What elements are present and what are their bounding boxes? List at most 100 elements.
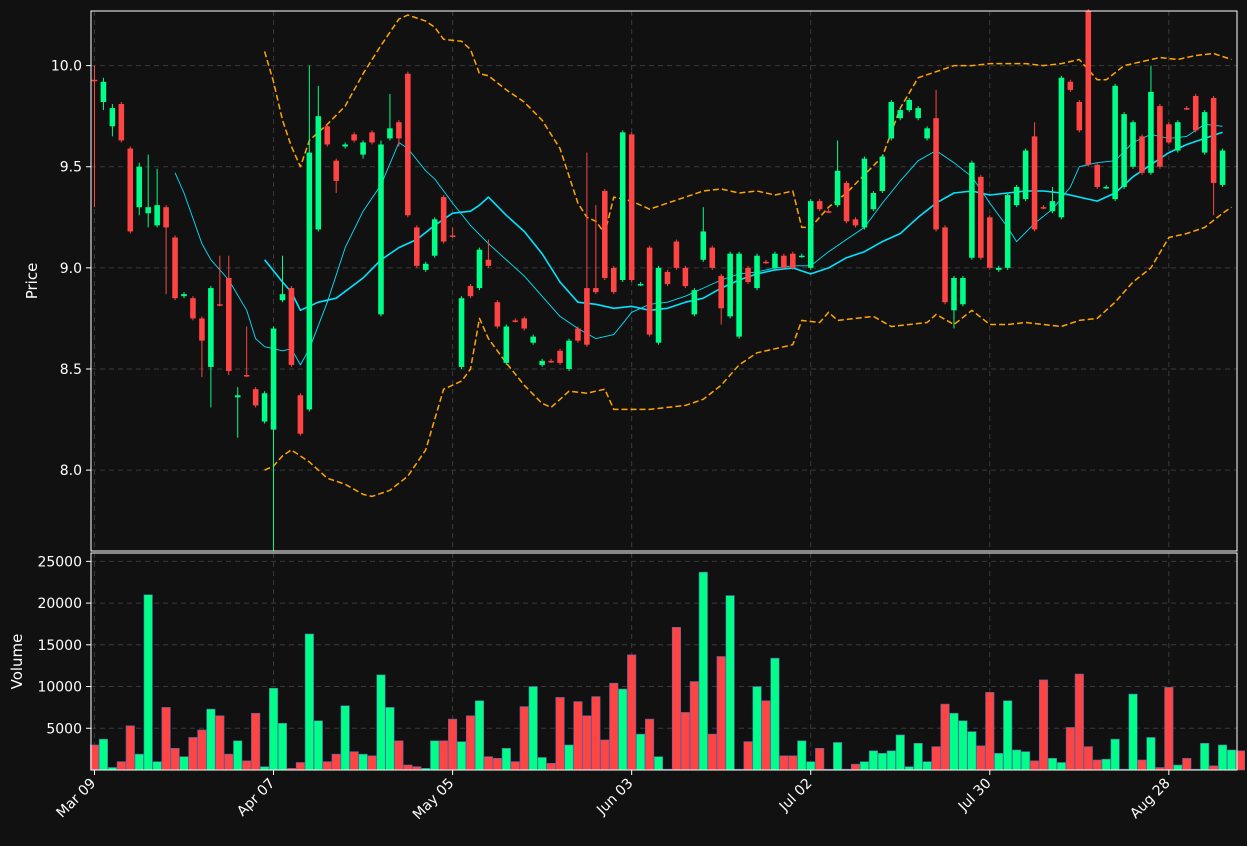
candle-body: [467, 286, 474, 297]
volume-bar: [170, 747, 180, 771]
volume-bar: [770, 657, 780, 771]
candle-body: [843, 182, 850, 222]
candle-body: [664, 271, 671, 285]
candle-body: [933, 118, 939, 230]
candle-body: [405, 73, 411, 216]
candle-body: [360, 142, 366, 155]
volume-axis-label: Volume: [8, 634, 26, 690]
candle-body: [548, 360, 554, 363]
volume-bar: [582, 715, 592, 771]
volume-tick-label: 15000: [37, 638, 82, 654]
volume-bar: [743, 741, 753, 771]
volume-bar: [573, 701, 583, 771]
volume-bar: [197, 729, 207, 771]
candle-body: [342, 144, 348, 147]
volume-bar: [949, 712, 959, 771]
volume-bar: [922, 761, 932, 771]
volume-bar: [492, 758, 502, 771]
candle-body: [619, 132, 626, 280]
volume-tick-label: 5000: [46, 721, 82, 737]
candle-body: [610, 267, 617, 293]
candle-body: [1130, 122, 1136, 167]
volume-bar: [152, 761, 162, 771]
candle-body: [279, 294, 286, 301]
volume-bar: [215, 715, 225, 771]
volume-bar: [367, 755, 377, 771]
candle-body: [118, 104, 125, 141]
volume-bar: [1047, 758, 1058, 771]
volume-bar: [868, 750, 878, 771]
volume-bar: [1146, 737, 1156, 771]
candle-body: [861, 158, 868, 228]
candle-body: [646, 247, 653, 335]
volume-bar: [98, 738, 108, 771]
candle-body: [217, 304, 223, 306]
candle-body: [602, 191, 608, 278]
candle-body: [888, 102, 895, 139]
volume-bar: [125, 725, 135, 771]
volume-bar: [134, 753, 144, 771]
candle-body: [109, 108, 116, 127]
stock-chart: 8.0 8.5 9.0 9.5 10.0 5000 10000 15000 20000 2500…: [0, 0, 1247, 842]
volume-bar: [161, 707, 171, 771]
candle-body: [557, 350, 563, 363]
volume-bar: [403, 764, 413, 771]
candle-body: [584, 288, 590, 345]
volume-bar: [465, 715, 476, 771]
volume-bar: [698, 571, 708, 771]
candle-body: [1139, 136, 1145, 173]
volume-bar: [448, 718, 458, 771]
volume-bar: [913, 742, 923, 771]
volume-bar: [877, 753, 887, 771]
candle-body: [485, 259, 492, 266]
volume-bar: [904, 766, 914, 771]
candle-body: [324, 126, 331, 145]
candle-body: [1076, 102, 1083, 131]
candle-body: [1210, 97, 1217, 183]
volume-bar: [1110, 738, 1120, 771]
volume-bar: [886, 750, 896, 771]
candle-body: [673, 241, 680, 268]
volume-bar: [1012, 749, 1022, 771]
candle-body: [1103, 186, 1109, 189]
volume-bar: [725, 595, 735, 771]
candle-body: [458, 298, 465, 367]
volume-bar: [645, 718, 655, 771]
candle-body: [315, 116, 322, 230]
volume-bar: [268, 687, 279, 771]
volume-bar: [1164, 687, 1174, 771]
volume-bar: [1083, 746, 1093, 771]
volume-bar: [1003, 700, 1013, 771]
candle-body: [1166, 124, 1172, 143]
candle-body: [1040, 207, 1047, 209]
candle-body: [1049, 201, 1056, 212]
candle-body: [1058, 77, 1065, 218]
volume-bar: [1038, 679, 1049, 771]
candle-body: [754, 255, 760, 289]
candle-body: [700, 231, 707, 260]
candle-body: [396, 122, 402, 139]
candle-body: [995, 267, 1002, 270]
volume-bar: [457, 741, 467, 771]
candle-body: [145, 207, 151, 214]
volume-bar: [277, 722, 288, 771]
candle-body: [414, 227, 420, 266]
volume-bar: [116, 761, 126, 771]
chart-svg: 8.0 8.5 9.0 9.5 10.0 5000 10000 15000 20000 2500…: [0, 0, 1247, 842]
candle-body: [1192, 95, 1199, 131]
candle-body: [825, 211, 832, 213]
volume-bar: [1030, 760, 1040, 771]
volume-bar: [859, 761, 869, 771]
candle-body: [1183, 108, 1190, 110]
candle-body: [637, 284, 644, 286]
volume-bar: [1021, 751, 1031, 771]
volume-bar: [1226, 749, 1237, 771]
volume-bar: [260, 766, 270, 771]
candle-body: [870, 193, 877, 210]
volume-bar: [564, 744, 574, 771]
candle-body: [816, 201, 823, 210]
price-tick-label: 9.5: [60, 160, 82, 176]
price-axis-label: Price: [23, 263, 41, 300]
volume-bar: [179, 756, 189, 771]
volume-bar: [1137, 759, 1147, 771]
